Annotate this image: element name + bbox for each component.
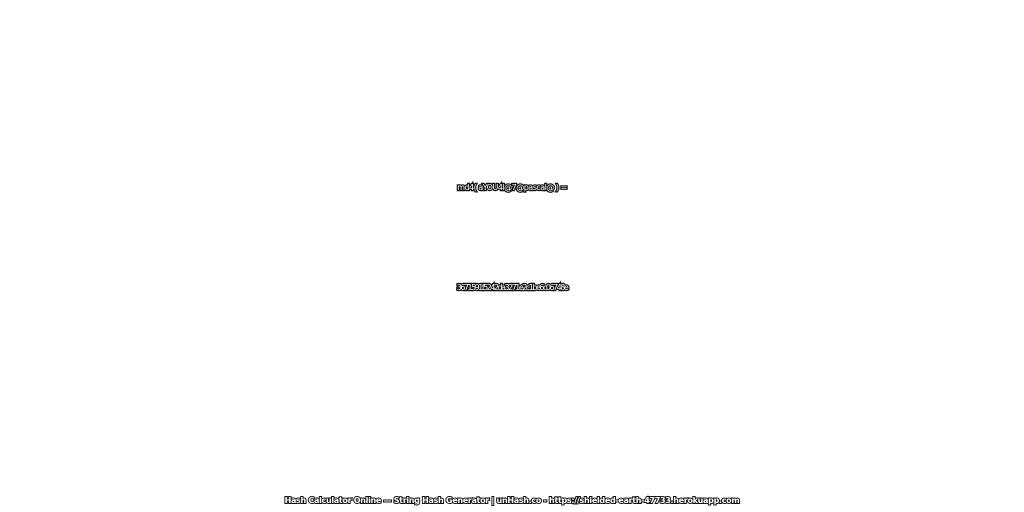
hash-result: 3671591f5242da3271e2c1be6c06748e (455, 282, 570, 294)
hash-image-canvas: md4( aYOU4l@7@pascal@ ) = 3671591f5242da… (0, 0, 1024, 512)
hash-expression: md4( aYOU4l@7@pascal@ ) = (456, 182, 569, 194)
footer-credit: Hash Calculator Online — String Hash Gen… (284, 495, 741, 506)
